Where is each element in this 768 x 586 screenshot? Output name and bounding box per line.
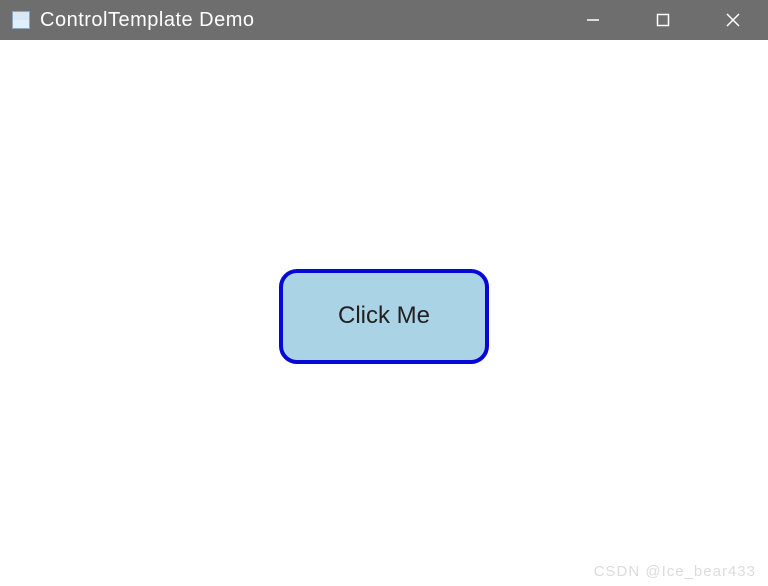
maximize-button[interactable] xyxy=(628,0,698,40)
click-me-button[interactable]: Click Me xyxy=(279,269,489,364)
window-controls xyxy=(558,0,768,40)
close-button[interactable] xyxy=(698,0,768,40)
window-titlebar: ControlTemplate Demo xyxy=(0,0,768,40)
button-label: Click Me xyxy=(338,302,430,330)
window-title: ControlTemplate Demo xyxy=(40,9,558,32)
client-area: Click Me xyxy=(0,40,768,586)
minimize-button[interactable] xyxy=(558,0,628,40)
app-icon xyxy=(12,11,30,29)
minimize-icon xyxy=(586,13,600,27)
close-icon xyxy=(726,13,740,27)
maximize-icon xyxy=(656,13,670,27)
